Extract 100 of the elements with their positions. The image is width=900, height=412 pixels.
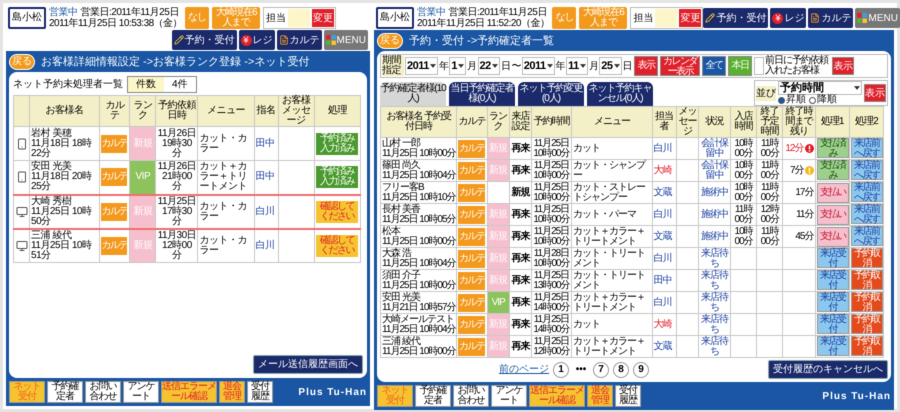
sort-radio[interactable]: 降順 <box>809 95 837 105</box>
menu-cell: カット＋カラー＋トリートメント <box>572 226 652 248</box>
footer-tab[interactable]: 受付履歴 <box>615 385 641 407</box>
rank-cell: 新規 <box>487 336 510 358</box>
select-field[interactable]: 25 <box>599 56 622 76</box>
change-button[interactable]: 変更 <box>312 9 334 27</box>
filter-button[interactable]: 全て <box>702 56 726 76</box>
staff-cell: 文蔵 <box>652 336 676 358</box>
action-button[interactable]: 来店受付 <box>816 270 848 290</box>
rank-cell: 新規 <box>487 314 510 336</box>
reserve-date: 11月25日 <box>532 270 570 280</box>
sort-button[interactable]: 表示 <box>864 84 886 102</box>
page-button[interactable]: 1 <box>553 362 569 378</box>
action-button[interactable]: 来店前へ戻す <box>850 204 883 224</box>
nav-button[interactable]: カルテ <box>808 8 854 28</box>
select-field[interactable]: 22 <box>478 56 500 76</box>
menu-cell: カット・トリートメント <box>572 248 652 270</box>
sort-select[interactable]: 予約時間 <box>778 81 862 95</box>
status-button[interactable]: 予約済み入力済み <box>316 166 358 188</box>
reserve-time: 12時00分 <box>161 240 193 261</box>
nav-button[interactable]: MENU <box>855 8 900 28</box>
page-button[interactable]: 9 <box>633 362 649 378</box>
prev-page-link[interactable]: 前のページ <box>499 362 549 377</box>
visit-cell: 再来 <box>509 270 532 292</box>
prev-day-button[interactable]: 表示 <box>832 57 854 75</box>
business-day: 営業日:2011年11月25日 <box>80 7 179 18</box>
action-button[interactable]: 予約取消 <box>850 248 883 268</box>
end-plan-cell: 11時00分 <box>756 226 783 248</box>
action-button[interactable]: 来店受付 <box>816 292 848 312</box>
staff-cell: 大崎 <box>652 160 676 182</box>
nav-button[interactable]: 予約・受付 <box>172 30 237 50</box>
action-button[interactable]: 予約取消 <box>850 314 883 334</box>
select-field[interactable]: 2011 <box>405 56 438 76</box>
action-button[interactable]: 来店前へ戻す <box>850 138 883 158</box>
column-header: 終了予定時間 <box>756 106 783 138</box>
column-header: カルテ <box>100 96 130 126</box>
footer-tab[interactable]: 受付履歴 <box>247 381 273 403</box>
action-button[interactable]: 支払済み <box>816 160 848 180</box>
filter-button[interactable]: カレンダー表示 <box>660 56 700 76</box>
column-header: メニュー <box>572 106 652 138</box>
action-button[interactable]: 来店前へ戻す <box>850 160 883 180</box>
received-time: 11月25日 10時00分 <box>382 148 456 158</box>
nav-button[interactable]: カルテ <box>276 30 322 50</box>
action-button[interactable]: 来店受付 <box>816 336 848 356</box>
status-button[interactable]: 確認してください <box>316 234 358 257</box>
action-button[interactable]: 予約取消 <box>850 292 883 312</box>
customer-name: 安田 光美 <box>382 292 422 302</box>
footer-tab[interactable]: 送信エラーメール確認 <box>161 381 217 403</box>
nav-button[interactable]: レジ <box>238 30 275 50</box>
list-tab[interactable]: ネット予約キャンセル(0人) <box>587 82 653 106</box>
column-header: お客様メッセージ <box>278 96 314 126</box>
list-tab[interactable]: 予約確定者様(10人) <box>380 82 446 106</box>
sort-radio[interactable]: 昇順 <box>778 95 806 105</box>
footer-tab[interactable]: 予約確定者 <box>415 385 451 407</box>
select-field[interactable]: 2011 <box>522 56 555 76</box>
nav-button[interactable]: 予約・受付 <box>703 8 768 28</box>
action-button[interactable]: 来店前へ戻す <box>850 226 883 246</box>
nav-button[interactable]: レジ <box>770 8 806 28</box>
footer-tab[interactable]: 送信エラーメール確認 <box>529 385 585 407</box>
reserve-time: 10時00分 <box>532 236 570 246</box>
filter-button[interactable]: 本日 <box>728 56 752 76</box>
action-button[interactable]: 来店受付 <box>816 314 848 334</box>
list-tab[interactable]: 当日予約確定者様(0人) <box>449 82 515 106</box>
select-field[interactable]: 1 <box>449 56 466 76</box>
action-button[interactable]: 支払済み <box>816 138 848 158</box>
page-button[interactable]: 7 <box>593 362 609 378</box>
column-header: メニュー <box>198 96 254 126</box>
nav-button[interactable]: MENU <box>324 30 368 50</box>
page-button[interactable]: 8 <box>613 362 629 378</box>
remaining-time: 7分 <box>790 166 804 176</box>
change-button[interactable]: 変更 <box>679 9 702 27</box>
staff-field[interactable]: 担当 変更 <box>263 7 336 29</box>
checkin-cell: 11時00分 <box>730 204 757 226</box>
status-button[interactable]: 予約済み入力済み <box>316 132 358 154</box>
status-button[interactable]: 確認してください <box>316 200 358 222</box>
select-field[interactable]: 11 <box>566 56 588 76</box>
list-tab[interactable]: ネット予約変更(0人) <box>518 82 584 106</box>
action-button[interactable]: 予約取消 <box>850 270 883 290</box>
reserve-time: 17時30分 <box>161 206 193 226</box>
footer-tab[interactable]: アンケート <box>491 385 527 407</box>
status-label: 営業中 <box>49 7 78 18</box>
action-button[interactable]: 支払い <box>816 204 848 224</box>
footer-tab[interactable]: 退会管理 <box>219 381 245 403</box>
staff-field[interactable]: 担当 変更 <box>630 7 704 29</box>
reserve-time: 14時00分 <box>532 324 570 334</box>
mail-history-button[interactable]: メール送信履歴画面へ <box>253 355 363 374</box>
page-button[interactable]: ••• <box>573 362 589 378</box>
action-button[interactable]: 来店受付 <box>816 248 848 268</box>
filter-button[interactable]: 表示 <box>634 56 658 76</box>
footer-tab[interactable]: 退会管理 <box>587 385 613 407</box>
footer-tab[interactable]: お問い合わせ <box>85 381 121 403</box>
action-button[interactable]: 予約取消 <box>850 336 883 356</box>
action-button[interactable]: 支払い <box>816 226 848 246</box>
footer-tab[interactable]: アンケート <box>123 381 159 403</box>
footer-tab[interactable]: 予約確定者 <box>47 381 83 403</box>
footer-tab[interactable]: お問い合わせ <box>453 385 489 407</box>
action-button[interactable]: 来店前へ戻す <box>850 182 883 202</box>
action-button[interactable]: 支払い <box>816 182 848 202</box>
reserve-time: 10時00分 <box>532 148 570 158</box>
cancel-history-button[interactable]: 受付履歴のキャンセルへ <box>768 360 888 379</box>
